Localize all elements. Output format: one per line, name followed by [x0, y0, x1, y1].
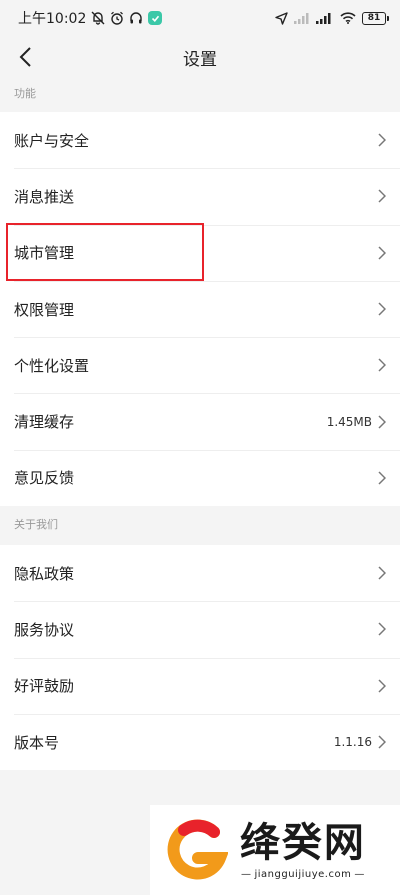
chevron-right-icon [378, 358, 386, 372]
app-notification-icon [148, 11, 163, 25]
row-feedback[interactable]: 意见反馈 [0, 449, 400, 506]
row-label: 城市管理 [14, 244, 75, 263]
row-service-agreement[interactable]: 服务协议 [0, 601, 400, 657]
row-privacy-policy[interactable]: 隐私政策 [0, 545, 400, 601]
watermark-url: jiangguijiuye.com [238, 869, 368, 880]
watermark: 绛癸网 jiangguijiuye.com [150, 805, 400, 895]
row-rate-us[interactable]: 好评鼓励 [0, 657, 400, 714]
signal-weak-icon [294, 12, 310, 24]
row-label: 隐私政策 [14, 564, 75, 583]
chevron-left-icon [19, 47, 31, 67]
watermark-text-wrap: 绛癸网 jiangguijiuye.com [238, 818, 368, 880]
watermark-logo-icon [164, 818, 229, 882]
section-header-features: 功能 [14, 87, 36, 100]
battery-level: 81 [367, 13, 381, 23]
page-title: 设置 [183, 49, 217, 70]
chevron-right-icon [378, 246, 386, 260]
battery-icon: 81 [362, 11, 389, 25]
chevron-right-icon [378, 133, 386, 147]
status-left: 上午10:02 [18, 8, 163, 28]
row-label: 版本号 [14, 733, 60, 752]
chevron-right-icon [378, 679, 386, 693]
row-message-push[interactable]: 消息推送 [0, 168, 400, 224]
location-arrow-icon [275, 11, 288, 25]
section-header-about: 关于我们 [14, 518, 58, 531]
chevron-right-icon [378, 566, 386, 580]
headphones-icon [129, 11, 143, 25]
watermark-name: 绛癸网 [239, 818, 366, 866]
row-label: 个性化设置 [14, 356, 90, 375]
chevron-right-icon [378, 189, 386, 203]
row-clear-cache[interactable]: 清理缓存 1.45MB [0, 393, 400, 449]
row-label: 账户与安全 [14, 131, 90, 150]
alarm-clock-icon [110, 11, 124, 25]
chevron-right-icon [378, 471, 386, 485]
chevron-right-icon [378, 735, 386, 749]
signal-hd-icon [316, 12, 334, 24]
bell-off-icon [91, 11, 105, 25]
row-city-management[interactable]: 城市管理 [0, 224, 400, 281]
row-label: 权限管理 [14, 300, 75, 319]
wifi-icon [340, 12, 356, 24]
back-button[interactable] [8, 40, 42, 74]
nav-bar: 设置 [0, 36, 400, 78]
row-personalization[interactable]: 个性化设置 [0, 337, 400, 393]
row-label: 消息推送 [14, 187, 75, 206]
status-time: 上午10:02 [18, 11, 87, 27]
version-value: 1.1.16 [333, 735, 372, 750]
row-label: 意见反馈 [14, 469, 75, 488]
settings-group-about: 隐私政策 服务协议 好评鼓励 版本号 1.1.16 [0, 545, 400, 771]
row-version[interactable]: 版本号 1.1.16 [0, 713, 400, 770]
row-label: 好评鼓励 [14, 677, 75, 696]
settings-group-features: 账户与安全 消息推送 城市管理 权限管理 个性化设置 清理缓存 1.45MB 意… [0, 112, 400, 507]
chevron-right-icon [378, 415, 386, 429]
chevron-right-icon [378, 622, 386, 636]
chevron-right-icon [378, 302, 386, 316]
status-right: 81 [275, 11, 389, 25]
row-permission-management[interactable]: 权限管理 [0, 280, 400, 337]
cache-size-value: 1.45MB [326, 414, 372, 429]
row-account-security[interactable]: 账户与安全 [0, 112, 400, 168]
row-label: 清理缓存 [14, 413, 75, 432]
row-label: 服务协议 [14, 620, 75, 639]
status-bar: 上午10:02 81 [0, 0, 400, 36]
